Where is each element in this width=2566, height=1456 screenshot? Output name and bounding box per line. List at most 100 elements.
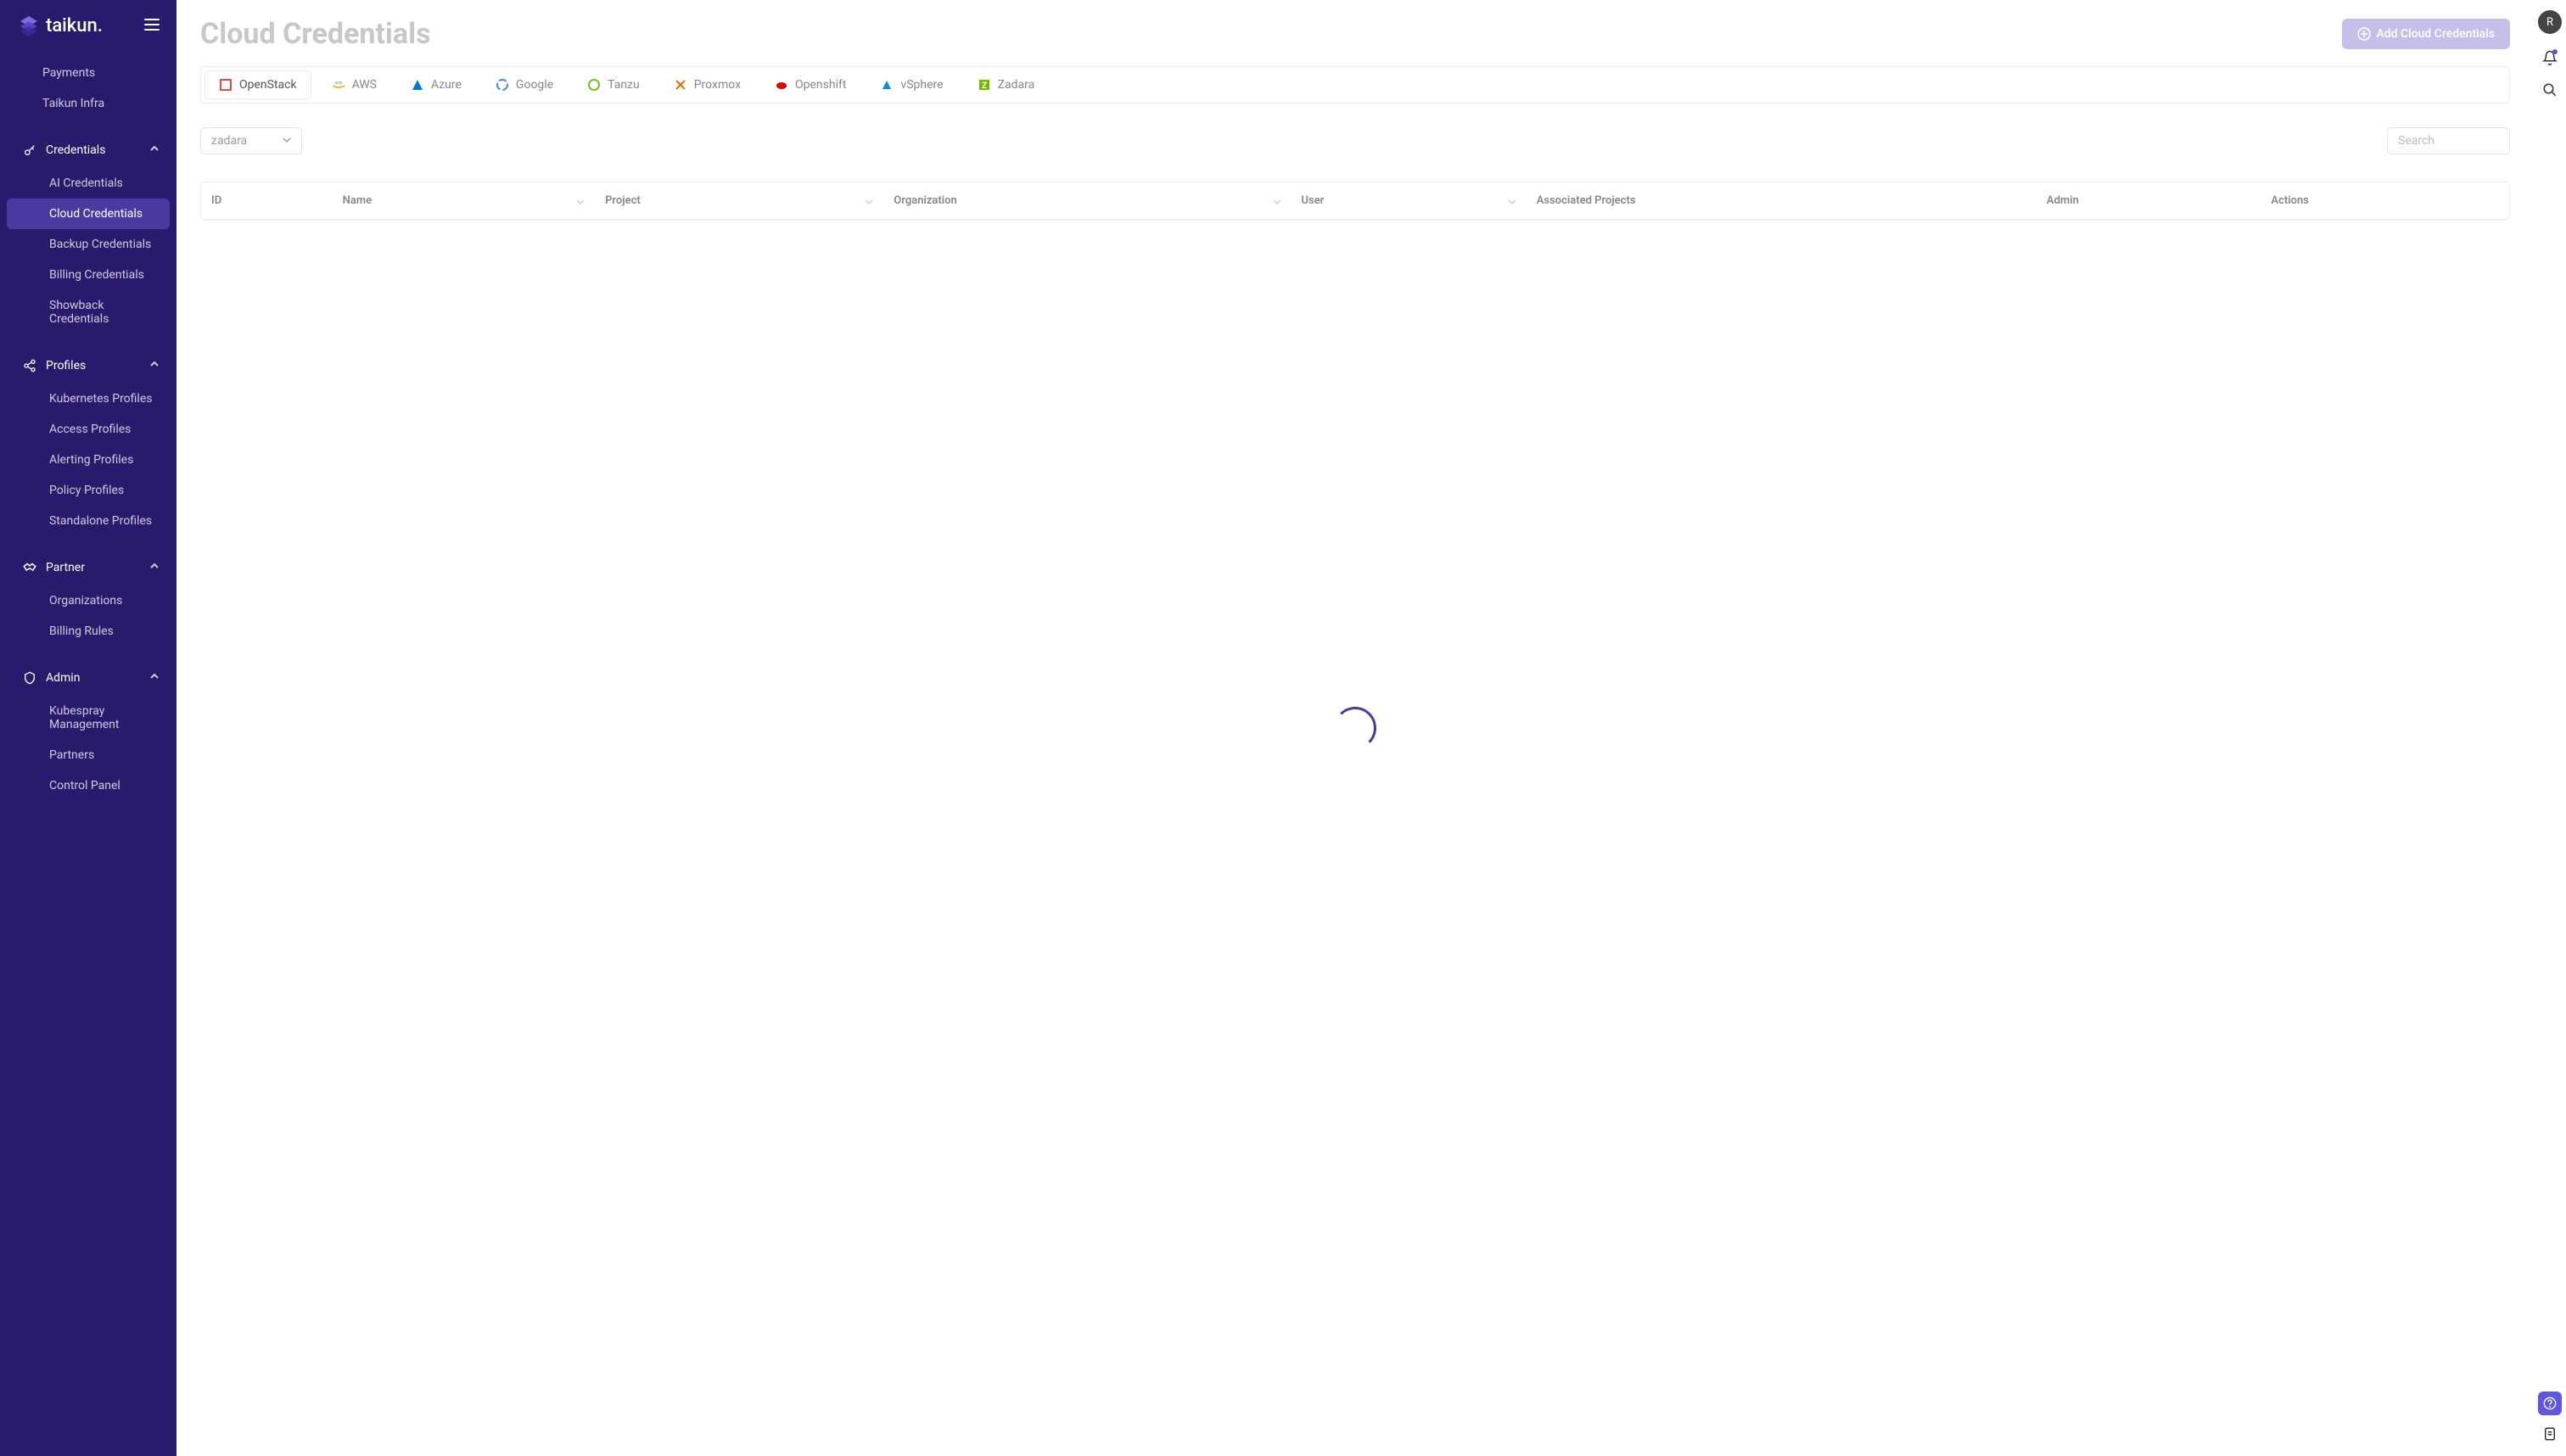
- handshake-icon: [22, 560, 37, 575]
- avatar[interactable]: R: [2538, 10, 2562, 34]
- column-header-project[interactable]: Project: [595, 182, 883, 220]
- zadara-icon: Z: [978, 78, 991, 92]
- logo-text: taikun.: [46, 15, 103, 36]
- google-icon: [496, 78, 509, 92]
- sidebar-item-kubernetes-profiles[interactable]: Kubernetes Profiles: [7, 384, 170, 414]
- sidebar-item-cloud-credentials[interactable]: Cloud Credentials: [7, 199, 170, 229]
- nav-group-label: Partner: [46, 561, 85, 574]
- chevron-up-icon: [149, 561, 160, 574]
- tab-azure[interactable]: Azure: [397, 70, 475, 99]
- proxmox-icon: [674, 78, 687, 92]
- sidebar-item-taikun-infra[interactable]: Taikun Infra: [0, 88, 176, 119]
- sidebar-item-billing-rules[interactable]: Billing Rules: [7, 616, 170, 647]
- tab-openshift[interactable]: Openshift: [761, 70, 860, 99]
- sidebar-item-showback-credentials[interactable]: Showback Credentials: [7, 290, 170, 334]
- column-header-user[interactable]: User: [1291, 182, 1527, 220]
- sidebar-item-organizations[interactable]: Organizations: [7, 585, 170, 616]
- nav-group-label: Credentials: [46, 143, 105, 157]
- tab-google[interactable]: Google: [482, 70, 567, 99]
- tab-tanzu[interactable]: Tanzu: [574, 70, 653, 99]
- page-header: Cloud Credentials Add Cloud Credentials: [200, 17, 2510, 51]
- logo[interactable]: taikun.: [17, 14, 103, 37]
- nav-group-admin[interactable]: Admin: [0, 660, 176, 696]
- bottom-rail: [2538, 1392, 2562, 1442]
- column-header-associated-projects: Associated Projects: [1527, 182, 2037, 220]
- nav-top: Payments Taikun Infra: [0, 58, 176, 119]
- data-table: ID Name Project Organization User Associ…: [200, 182, 2510, 221]
- menu-toggle-icon[interactable]: [144, 18, 160, 34]
- nav-group-profiles-items: Kubernetes Profiles Access Profiles Aler…: [0, 384, 176, 536]
- document-icon[interactable]: [2541, 1425, 2558, 1442]
- tab-label: Zadara: [998, 78, 1035, 92]
- filter-dropdown[interactable]: zadara: [200, 127, 302, 154]
- sidebar-item-kubespray-management[interactable]: Kubespray Management: [7, 696, 170, 740]
- nav-group-admin-items: Kubespray Management Partners Control Pa…: [0, 696, 176, 801]
- tab-label: vSphere: [900, 78, 943, 92]
- main-content: Cloud Credentials Add Cloud Credentials …: [176, 0, 2534, 1456]
- sidebar-item-payments[interactable]: Payments: [0, 58, 176, 88]
- column-header-organization[interactable]: Organization: [883, 182, 1291, 220]
- chevron-up-icon: [149, 359, 160, 372]
- sidebar-item-policy-profiles[interactable]: Policy Profiles: [7, 475, 170, 506]
- right-rail: R: [2534, 0, 2566, 1456]
- nav-group-label: Admin: [46, 671, 80, 685]
- tab-label: Azure: [431, 78, 462, 92]
- sort-icon: [1508, 197, 1516, 205]
- chevron-up-icon: [149, 143, 160, 157]
- tab-label: Tanzu: [608, 78, 640, 92]
- add-cloud-credentials-button[interactable]: Add Cloud Credentials: [2342, 19, 2510, 49]
- sidebar-item-billing-credentials[interactable]: Billing Credentials: [7, 260, 170, 290]
- sort-icon: [576, 197, 585, 205]
- nav-group-label: Profiles: [46, 359, 86, 372]
- sidebar-item-standalone-profiles[interactable]: Standalone Profiles: [7, 506, 170, 536]
- column-header-admin: Admin: [2037, 182, 2261, 220]
- nav-group-profiles[interactable]: Profiles: [0, 348, 176, 384]
- provider-tabs: OpenStack aws AWS Azure Google Tanzu Pro…: [200, 66, 2510, 104]
- help-button[interactable]: [2538, 1392, 2562, 1415]
- shield-icon: [22, 670, 37, 686]
- nav-group-credentials-items: AI Credentials Cloud Credentials Backup …: [0, 168, 176, 334]
- page-title: Cloud Credentials: [200, 17, 431, 51]
- sidebar-header: taikun.: [0, 0, 176, 51]
- tab-vsphere[interactable]: vSphere: [866, 70, 956, 99]
- tab-label: Openshift: [795, 78, 846, 92]
- sort-icon: [865, 197, 873, 205]
- tab-openstack[interactable]: OpenStack: [204, 70, 311, 99]
- sidebar-item-control-panel[interactable]: Control Panel: [7, 770, 170, 801]
- filter-selected-label: zadara: [211, 134, 247, 148]
- sidebar-item-partners[interactable]: Partners: [7, 740, 170, 770]
- tanzu-icon: [587, 78, 601, 92]
- vsphere-icon: [880, 78, 894, 92]
- sort-icon: [1273, 197, 1281, 205]
- sidebar-item-access-profiles[interactable]: Access Profiles: [7, 414, 170, 445]
- openstack-icon: [219, 78, 233, 92]
- nav-group-partner-items: Organizations Billing Rules: [0, 585, 176, 647]
- azure-icon: [411, 78, 424, 92]
- share-icon: [22, 358, 37, 373]
- nav-group-partner[interactable]: Partner: [0, 550, 176, 585]
- tab-label: Google: [516, 78, 553, 92]
- spinner-icon: [1334, 707, 1376, 749]
- search-input[interactable]: [2387, 127, 2510, 154]
- search-icon[interactable]: [2541, 81, 2558, 98]
- sidebar-item-ai-credentials[interactable]: AI Credentials: [7, 168, 170, 199]
- aws-icon: aws: [332, 78, 345, 92]
- sidebar-item-backup-credentials[interactable]: Backup Credentials: [7, 229, 170, 260]
- add-button-label: Add Cloud Credentials: [2376, 27, 2495, 41]
- tab-label: Proxmox: [694, 78, 741, 92]
- key-icon: [22, 143, 37, 158]
- tab-aws[interactable]: aws AWS: [318, 70, 390, 99]
- tab-zadara[interactable]: Z Zadara: [964, 70, 1049, 99]
- sidebar-item-alerting-profiles[interactable]: Alerting Profiles: [7, 445, 170, 475]
- table-header-row: ID Name Project Organization User Associ…: [201, 182, 2509, 220]
- notifications-icon[interactable]: [2541, 49, 2558, 66]
- tab-proxmox[interactable]: Proxmox: [660, 70, 754, 99]
- logo-icon: [17, 14, 41, 37]
- nav-group-credentials[interactable]: Credentials: [0, 132, 176, 168]
- filter-bar: zadara: [200, 120, 2510, 161]
- column-header-id: ID: [201, 182, 333, 220]
- loading-indicator: [1334, 707, 1376, 749]
- column-header-actions: Actions: [2261, 182, 2509, 220]
- column-header-name[interactable]: Name: [333, 182, 595, 220]
- plus-circle-icon: [2357, 27, 2371, 41]
